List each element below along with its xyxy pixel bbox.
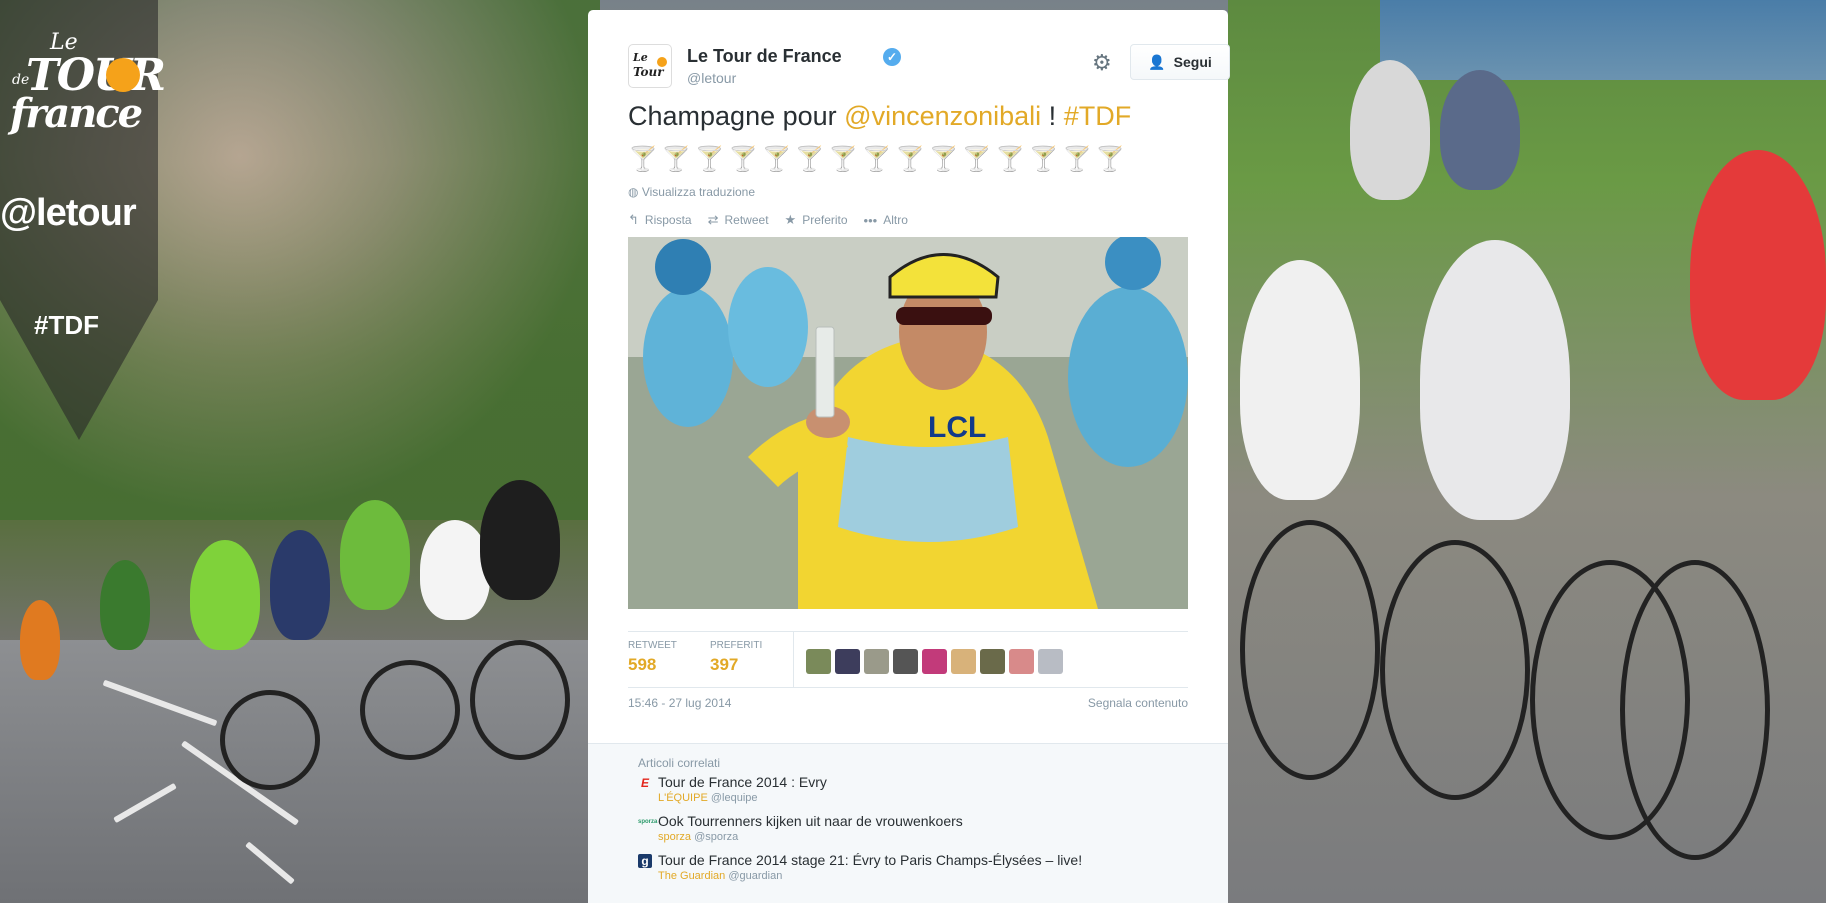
guardian-icon: g xyxy=(638,854,652,868)
sporza-icon: sporza xyxy=(638,819,658,825)
tweet-text: Champagne pour @vincenzonibali ! #TDF xyxy=(628,101,1132,131)
svg-text:LCL: LCL xyxy=(928,411,986,444)
tweet-card: Le Tour Le Tour de France ✓ @letour ⚙ 👤 S… xyxy=(588,10,1230,903)
avatar[interactable] xyxy=(922,649,947,674)
translate-link[interactable]: ◍ Visualizza traduzione xyxy=(628,185,755,199)
tweet-header: Le Tour Le Tour de France ✓ @letour ⚙ 👤 S… xyxy=(628,44,1230,94)
author-handle[interactable]: @letour xyxy=(687,70,736,86)
add-user-icon: 👤 xyxy=(1148,53,1166,70)
verified-badge-icon: ✓ xyxy=(883,48,901,66)
avatar[interactable] xyxy=(1009,649,1034,674)
retweet-count[interactable]: RETWEET 598 xyxy=(628,640,677,675)
avatar[interactable] xyxy=(835,649,860,674)
brand-handle: @letour xyxy=(0,192,137,234)
gear-icon[interactable]: ⚙ xyxy=(1092,52,1112,74)
avatar[interactable] xyxy=(951,649,976,674)
mention-link[interactable]: @vincenzonibali xyxy=(844,101,1041,131)
sun-logo-mark xyxy=(106,58,140,92)
tweet-actions: ↰ Risposta ⇄ Retweet ★ Preferito ••• Alt… xyxy=(628,212,908,228)
tweet-stats: RETWEET 598 PREFERITI 397 xyxy=(628,631,1188,688)
reply-button[interactable]: ↰ Risposta xyxy=(628,212,692,228)
report-link[interactable]: Segnala contenuto xyxy=(1088,696,1188,710)
avatar[interactable] xyxy=(893,649,918,674)
related-title: Articoli correlati xyxy=(638,756,721,770)
avatar[interactable] xyxy=(980,649,1005,674)
avatar[interactable] xyxy=(806,649,831,674)
lequipe-icon: E xyxy=(640,776,649,790)
globe-icon: ◍ xyxy=(628,185,639,199)
star-icon: ★ xyxy=(784,212,797,227)
follow-button[interactable]: 👤 Segui xyxy=(1130,44,1230,80)
favoriter-avatars xyxy=(806,649,1063,674)
retweet-icon: ⇄ xyxy=(707,212,719,227)
brand-panel: Le de TOUR france @letour #TDF xyxy=(0,0,166,440)
follow-label: Segui xyxy=(1173,54,1212,70)
cocktail-glass-emojis: 🍸🍸🍸🍸🍸🍸🍸🍸🍸🍸🍸🍸🍸🍸🍸 xyxy=(628,146,1129,173)
hashtag-link[interactable]: #TDF xyxy=(1064,101,1132,131)
reply-icon: ↰ xyxy=(628,212,639,227)
avatar[interactable]: Le Tour xyxy=(628,44,672,88)
more-button[interactable]: ••• Altro xyxy=(864,212,908,228)
brand-hashtag: #TDF xyxy=(34,310,99,340)
retweet-button[interactable]: ⇄ Retweet xyxy=(708,212,769,228)
avatar[interactable] xyxy=(1038,649,1063,674)
background-sea xyxy=(1380,0,1826,80)
favorite-count[interactable]: PREFERITI 397 xyxy=(710,640,762,675)
tweet-photo[interactable]: LCL xyxy=(628,237,1188,609)
author-name[interactable]: Le Tour de France xyxy=(687,46,842,67)
more-dots-icon: ••• xyxy=(863,212,878,228)
tour-de-france-logo[interactable]: Le de TOUR france xyxy=(6,20,166,140)
favorite-button[interactable]: ★ Preferito xyxy=(785,212,848,228)
tweet-timestamp[interactable]: 15:46 - 27 lug 2014 xyxy=(628,696,731,710)
related-articles: Articoli correlati E Tour de France 2014… xyxy=(588,743,1228,903)
avatar[interactable] xyxy=(864,649,889,674)
photo-cyclist-toasting: LCL xyxy=(628,237,1188,609)
